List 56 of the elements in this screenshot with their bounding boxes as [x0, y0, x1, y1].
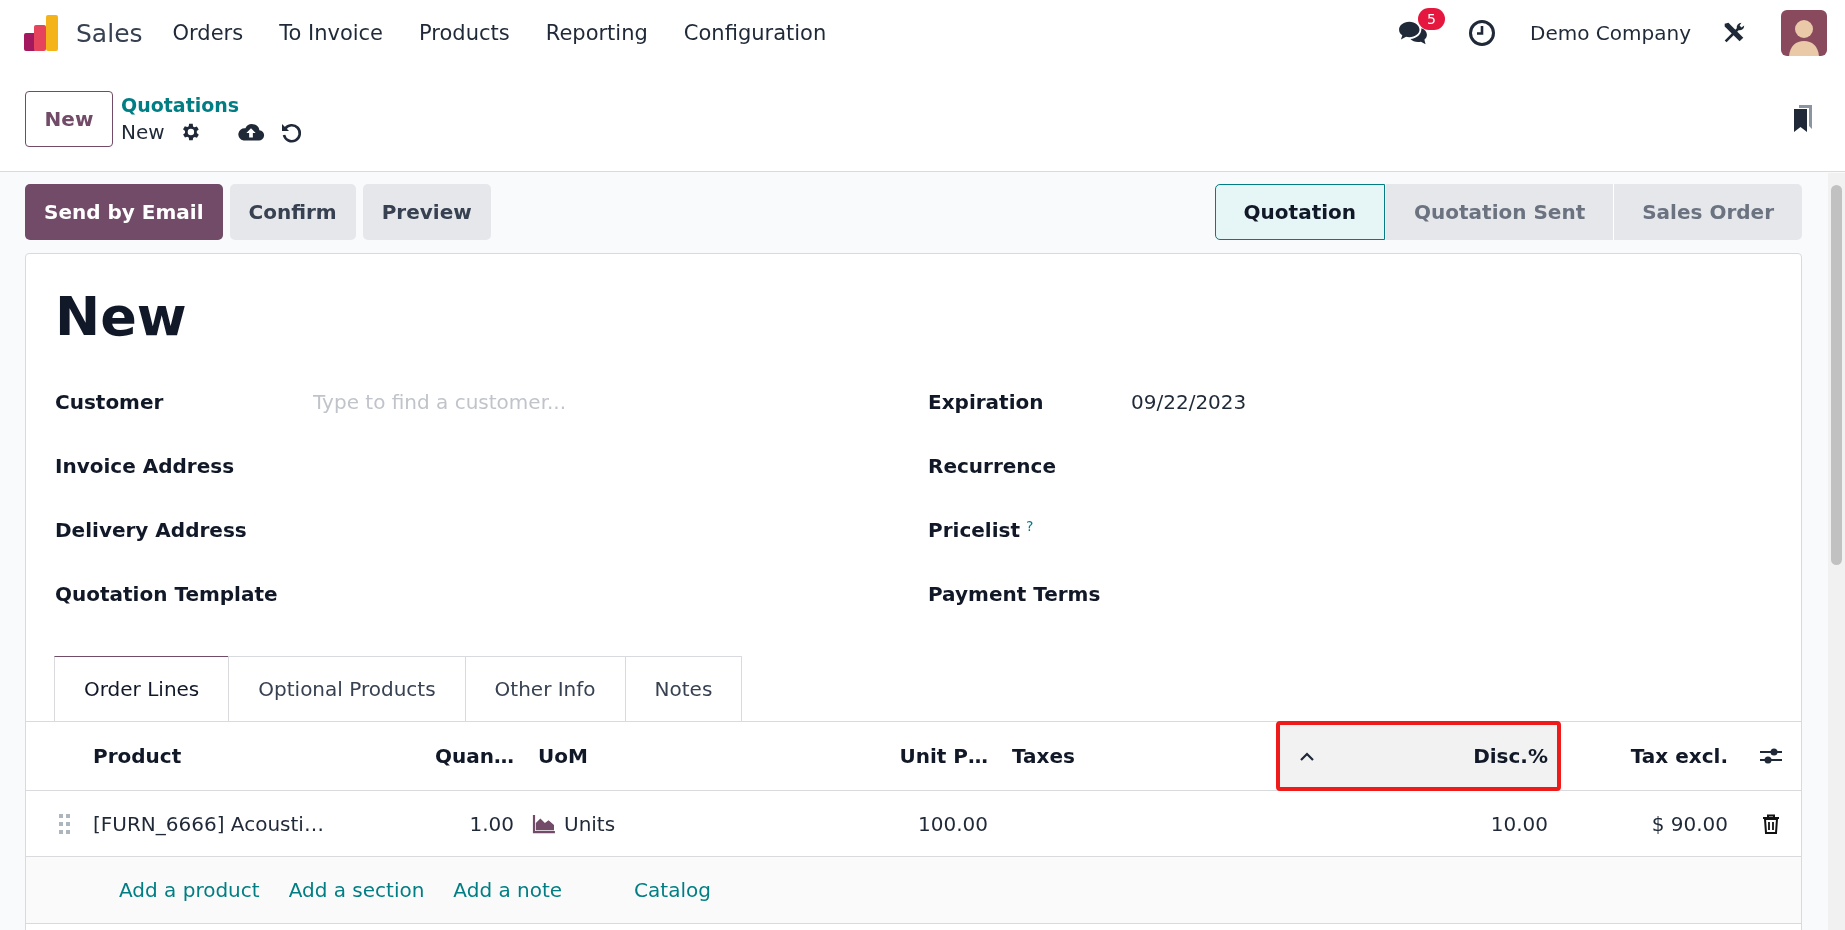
field-value[interactable]: 09/22/2023: [1131, 390, 1247, 414]
column-header[interactable]: Quan…: [426, 722, 526, 790]
company-switcher[interactable]: Demo Company: [1530, 21, 1691, 45]
column-options-icon[interactable]: [1758, 746, 1783, 766]
add-line-link[interactable]: Add a section: [288, 878, 425, 902]
table-cell: 1.00: [469, 811, 514, 836]
add-line-link[interactable]: Add a product: [119, 878, 260, 902]
field-label: Invoice Address: [55, 454, 236, 478]
drag-handle-icon[interactable]: [59, 813, 71, 834]
chat-bubbles-icon[interactable]: [1398, 20, 1429, 46]
menu-item[interactable]: Reporting: [545, 21, 648, 45]
menu-item[interactable]: Products: [419, 21, 510, 45]
record-name: New: [121, 119, 165, 144]
column-header[interactable]: Taxes: [1000, 722, 1277, 790]
field-label: Customer: [55, 390, 165, 414]
area-chart-icon: [532, 813, 556, 834]
table-cell: $ 90.00: [1651, 811, 1728, 836]
trash-icon[interactable]: [1761, 813, 1780, 834]
message-count-badge: 5: [1418, 8, 1445, 30]
column-header[interactable]: Unit P…: [876, 722, 1000, 790]
app-name[interactable]: Sales: [76, 18, 143, 48]
table-cell: 10.00: [1490, 811, 1548, 836]
column-header[interactable]: Product: [81, 722, 426, 790]
field-label: Expiration: [928, 390, 1044, 414]
status-step[interactable]: Quotation: [1214, 183, 1386, 240]
field-label: Quotation Template: [55, 582, 279, 606]
notebook-tab[interactable]: Order Lines: [54, 656, 230, 721]
status-step[interactable]: Quotation Sent: [1385, 183, 1614, 240]
action-button[interactable]: Confirm: [229, 183, 356, 240]
column-header[interactable]: Tax excl.: [1560, 722, 1740, 790]
avatar-icon[interactable]: [1781, 10, 1827, 56]
field-label: Pricelist: [928, 518, 1020, 542]
menu-item[interactable]: Orders: [172, 21, 244, 45]
action-button[interactable]: Preview: [362, 183, 491, 240]
table-cell: 100.00: [918, 811, 988, 836]
notebook-tab[interactable]: Notes: [624, 656, 743, 721]
record-title: New: [55, 290, 188, 344]
menu-item[interactable]: Configuration: [683, 21, 827, 45]
column-header[interactable]: UoM: [526, 722, 876, 790]
add-line-link[interactable]: Catalog: [634, 878, 711, 902]
clock-icon[interactable]: [1468, 19, 1497, 47]
field-label: Delivery Address: [55, 518, 248, 542]
help-tooltip-link[interactable]: ?: [1026, 518, 1034, 534]
scrollbar[interactable]: [1828, 173, 1845, 930]
table-cell: Units: [564, 811, 616, 836]
add-line-link[interactable]: Add a note: [453, 878, 563, 902]
menu-item[interactable]: To Invoice: [279, 21, 384, 45]
column-header[interactable]: Disc.%: [1277, 722, 1560, 790]
breadcrumb-link[interactable]: Quotations: [121, 93, 303, 116]
field-label: Recurrence: [928, 454, 1056, 478]
bookmarks-icon[interactable]: [1791, 103, 1815, 134]
new-button[interactable]: New: [25, 90, 113, 147]
status-step[interactable]: Sales Order: [1613, 183, 1802, 240]
action-button[interactable]: Send by Email: [25, 183, 223, 240]
table-cell: [FURN_6666] Acousti…: [93, 811, 324, 836]
field-label: Payment Terms: [928, 582, 1101, 606]
